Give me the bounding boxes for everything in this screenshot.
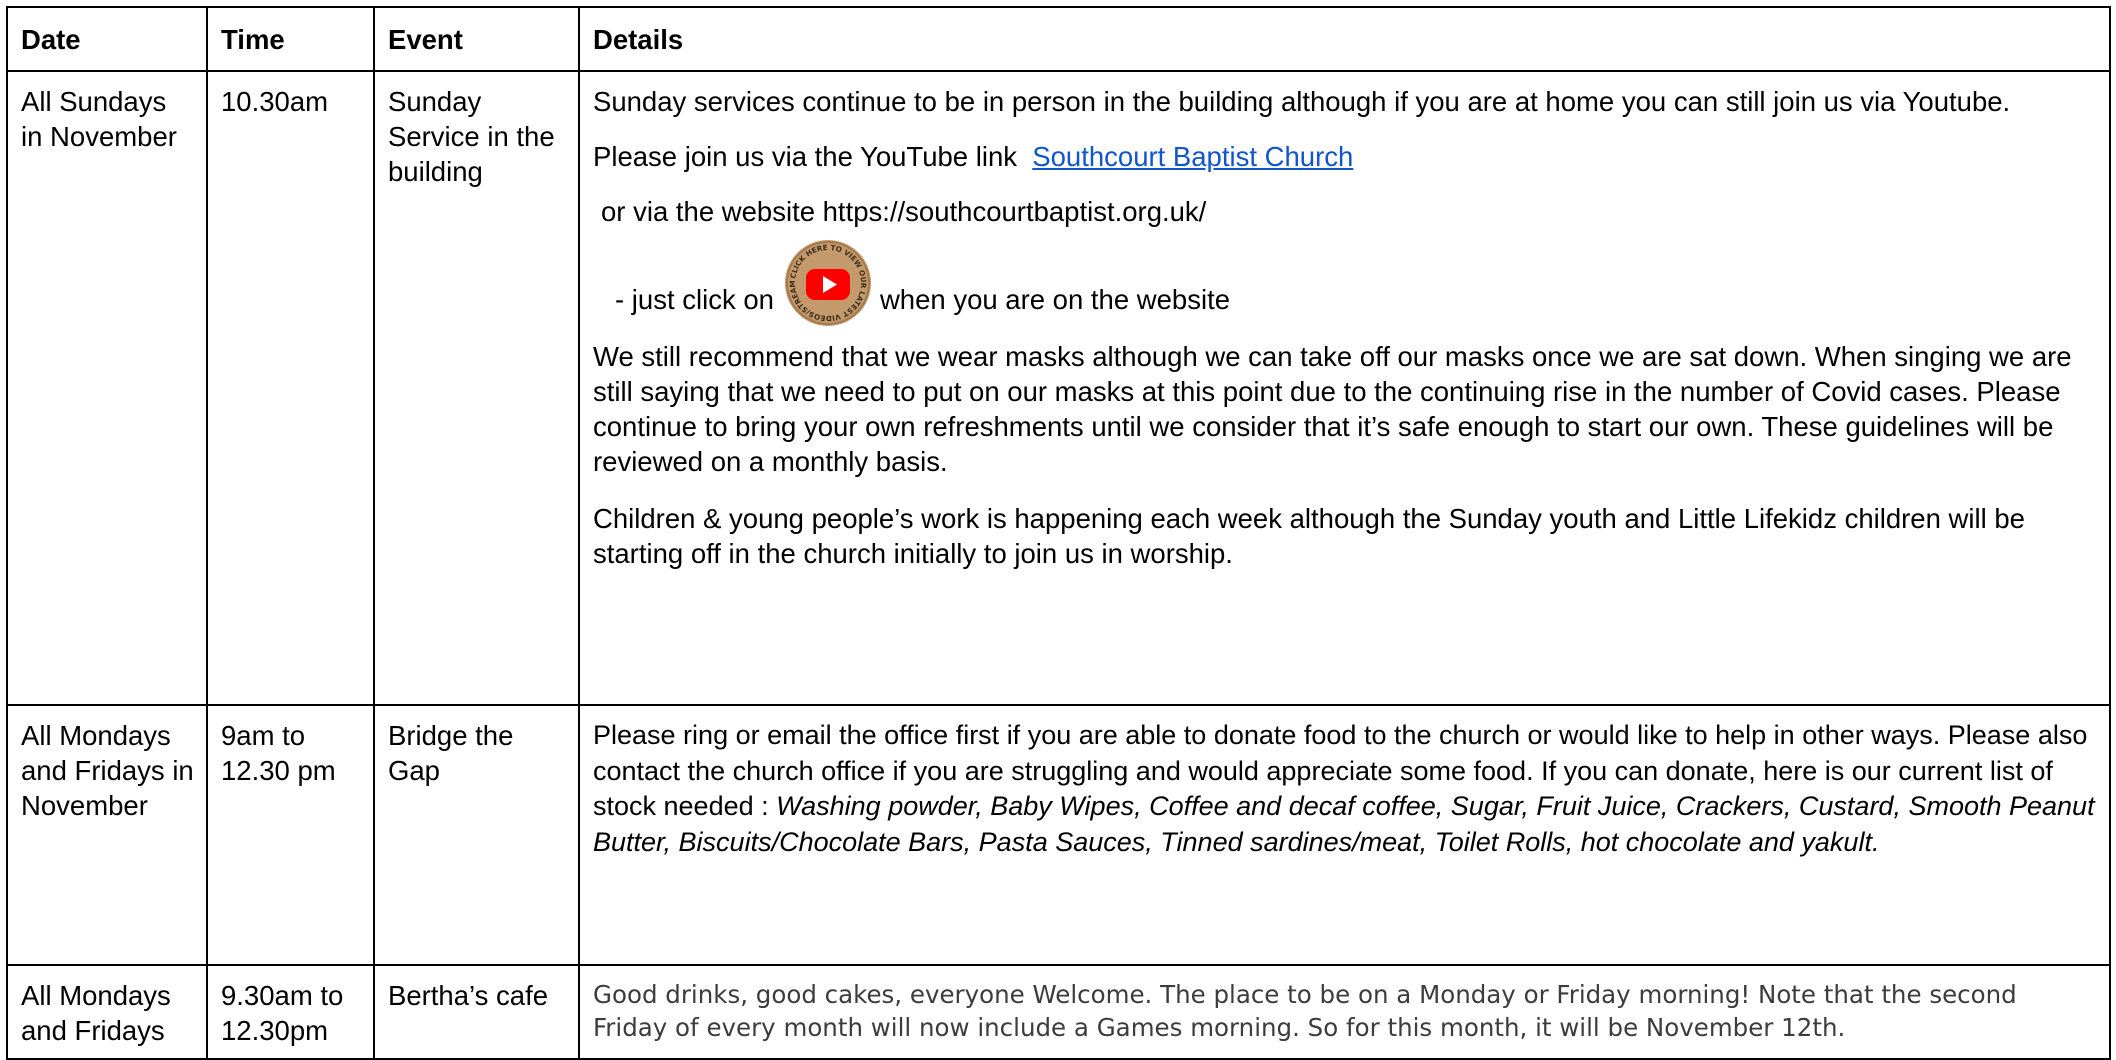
- header-date: Date: [6, 6, 208, 72]
- cell-time: 10.30am: [206, 70, 375, 706]
- header-details: Details: [578, 6, 2111, 72]
- events-table: Date Time Event Details All Sundays in N…: [6, 6, 2111, 1060]
- cell-date: All Mondays and Fridays in November: [6, 704, 208, 966]
- details-paragraph: Please ring or email the office first if…: [593, 718, 2098, 860]
- youtube-badge-line: - just click on CLICK HERE TO VIEW OUR L…: [593, 229, 2098, 326]
- cell-event: Bertha’s cafe: [373, 964, 580, 1060]
- table-row: All Mondays and Fridays in November 9am …: [6, 704, 2111, 966]
- header-event: Event: [373, 6, 580, 72]
- header-time: Time: [206, 6, 375, 72]
- cell-event: Bridge the Gap: [373, 704, 580, 966]
- table-row: All Mondays and Fridays 9.30am to 12.30p…: [6, 964, 2111, 1060]
- stock-items: Washing powder, Baby Wipes, Coffee and d…: [593, 791, 2095, 857]
- cell-details: Good drinks, good cakes, everyone Welcom…: [578, 964, 2111, 1060]
- youtube-channel-link[interactable]: Southcourt Baptist Church: [1032, 141, 1353, 172]
- table-header-row: Date Time Event Details: [6, 6, 2111, 72]
- cell-date: All Sundays in November: [6, 70, 208, 706]
- details-paragraph: We still recommend that we wear masks al…: [593, 341, 2072, 477]
- cell-event: Sunday Service in the building: [373, 70, 580, 706]
- details-paragraph: Please join us via the YouTube link Sout…: [593, 139, 2098, 174]
- cell-details: Please ring or email the office first if…: [578, 704, 2111, 966]
- details-paragraph: Children & young people’s work is happen…: [593, 503, 2025, 569]
- details-paragraph: Sunday services continue to be in person…: [593, 86, 2011, 117]
- cell-time: 9.30am to 12.30pm: [206, 964, 375, 1060]
- details-paragraph: or via the website https://southcourtbap…: [601, 196, 1207, 227]
- website-text: when you are on the website: [879, 284, 1231, 315]
- youtube-play-icon[interactable]: CLICK HERE TO VIEW OUR LATEST VIDEOS/STR…: [781, 232, 872, 327]
- cell-time: 9am to 12.30 pm: [206, 704, 375, 966]
- cell-details: Sunday services continue to be in person…: [578, 70, 2111, 706]
- cell-date: All Mondays and Fridays: [6, 964, 208, 1060]
- youtube-link-prefix: Please join us via the YouTube link: [593, 141, 1017, 172]
- click-on-text: - just click on: [615, 284, 774, 315]
- table-row: All Sundays in November 10.30am Sunday S…: [6, 70, 2111, 706]
